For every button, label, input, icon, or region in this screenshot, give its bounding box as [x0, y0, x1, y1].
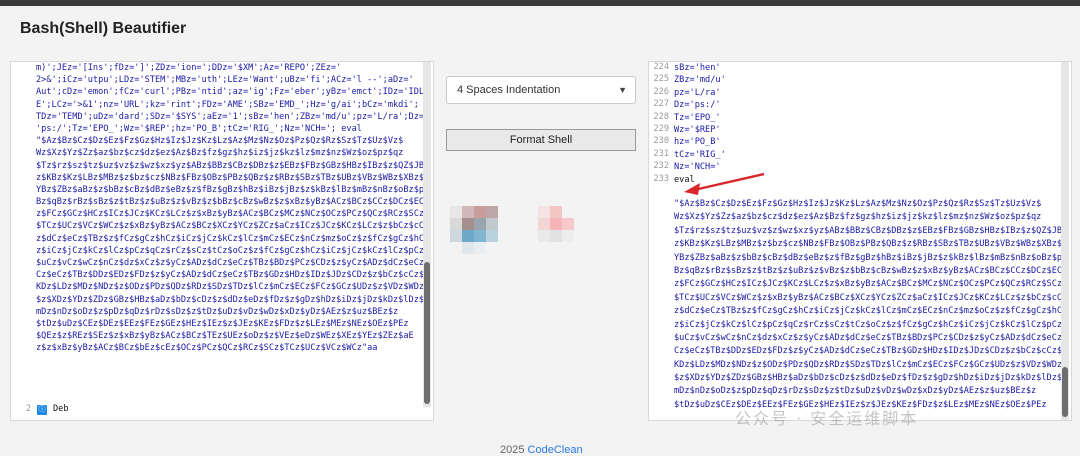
- code-line: z$dCz$eCz$TBz$z$fCz$gCz$hCz$iCz$jCz$kCz$…: [36, 233, 425, 244]
- line-2-text: Deb: [53, 404, 69, 414]
- code-line: z$KBz$Kz$LBz$MBz$z$bz$cz$NBz$FBz$OBz$PBz…: [36, 172, 425, 183]
- code-line: 'ps:/';Tz='EPO_';Wz='$REP';hz='PO_B';tCz…: [36, 123, 362, 134]
- right-scroll-thumb[interactable]: [1062, 367, 1068, 417]
- chevron-down-icon: ▼: [618, 85, 627, 95]
- line-number: 225: [653, 74, 669, 85]
- code-line: 2>&';iCz='utpu';LDz='STEM';MBz='uth';LEz…: [36, 75, 414, 86]
- code-line: TDz='TEMD';uDz='dard';SDz='$SYS';aEz='1'…: [36, 111, 425, 122]
- indentation-select[interactable]: 4 Spaces Indentation ▼: [446, 76, 636, 104]
- input-code[interactable]: m)';JEz='[Ins';fDz=']';ZDz='ion=';DDz='$…: [36, 62, 425, 355]
- footer-year: 2025: [500, 444, 525, 456]
- code-line: $TCz$UCz$VCz$WCz$z$xBz$yBz$ACz$BCz$XCz$Y…: [674, 292, 1063, 303]
- code-line: Wz$Xz$Yz$Zz$az$bz$cz$dz$ez$Az$Bz$fz$gz$h…: [674, 212, 1042, 223]
- code-line: m)';JEz='[Ins';fDz=']';ZDz='ion=';DDz='$…: [36, 63, 342, 73]
- code-line: z$KBz$Kz$LBz$MBz$z$bz$cz$NBz$FBz$OBz$PBz…: [674, 239, 1063, 250]
- code-line: Dz='ps:/': [674, 100, 721, 111]
- line-number: 228: [653, 111, 669, 122]
- code-line: z$FCz$GCz$HCz$ICz$JCz$KCz$LCz$z$xBz$yBz$…: [674, 279, 1063, 290]
- line-number: 224: [653, 62, 669, 72]
- code-line: Bz$qBz$rBz$sBz$z$tBz$z$uBz$z$vBz$z$bBz$c…: [674, 265, 1063, 276]
- red-arrow-annotation: [684, 172, 765, 195]
- code-line: Wz='$REP': [674, 125, 721, 135]
- code-line: YBz$ZBz$aBz$z$bBz$cBz$dBz$eBz$z$fBz$gBz$…: [674, 252, 1063, 263]
- code-line: Cz$eCz$TBz$DDz$EDz$FDz$z$yCz$ADz$dCz$eCz…: [36, 270, 425, 281]
- code-line: $Tz$rz$sz$tz$uz$vz$z$wz$xz$yz$ABz$BBz$CB…: [674, 225, 1063, 236]
- code-line: Tz='EPO_': [674, 112, 721, 123]
- line-number: 230: [653, 136, 669, 147]
- code-line: z$iCz$jCz$kCz$lCz$pCz$qCz$rCz$sCz$tCz$oC…: [674, 319, 1063, 330]
- line-number: 231: [653, 148, 669, 159]
- code-line: Cz$eCz$TBz$DDz$EDz$FDz$z$yCz$ADz$dCz$eCz…: [674, 346, 1063, 357]
- code-line: $TCz$UCz$VCz$WCz$z$xBz$yBz$ACz$BCz$XCz$Y…: [36, 221, 425, 232]
- code-line: z$z$xBz$yBz$ACz$BCz$bEz$cEz$OCz$PCz$QCz$…: [36, 343, 378, 354]
- code-line: $z$XDz$YDz$ZDz$GBz$HBz$aDz$bDz$cDz$z$dDz…: [674, 373, 1063, 384]
- code-line: $QEz$z$REz$SEz$z$xBz$yBz$ACz$BCz$TEz$UEz…: [36, 331, 414, 342]
- code-line: "$Az$Bz$Cz$Dz$Ez$Fz$Gz$Hz$Iz$Jz$Kz$Lz$Az…: [674, 199, 1042, 209]
- top-bar: [0, 0, 1080, 6]
- left-scrollbar[interactable]: [423, 62, 431, 407]
- code-line: sBz='hen': [674, 63, 721, 73]
- input-editor[interactable]: m)';JEz='[Ins';fDz=']';ZDz='ion=';DDz='$…: [10, 61, 434, 421]
- code-line: z$FCz$GCz$HCz$ICz$JCz$KCz$LCz$z$xBz$yBz$…: [36, 209, 425, 220]
- page-title: Bash(Shell) Beautifier: [20, 20, 187, 37]
- output-payload[interactable]: "$Az$Bz$Cz$Dz$Ez$Fz$Gz$Hz$Iz$Jz$Kz$Lz$Az…: [674, 198, 1062, 412]
- code-line: Aut';cDz='emon';fCz='curl';PBz='ntid';az…: [36, 87, 425, 98]
- editor-line-2: 2 ⓘ Deb: [11, 404, 431, 418]
- format-shell-button[interactable]: Format Shell: [446, 129, 636, 151]
- code-line: $tDz$uDz$CEz$DEz$EEz$FEz$GEz$HEz$IEz$z$J…: [36, 318, 409, 329]
- code-line: E';LCz='>&1';nz='URL';kz='rint';FDz='AME…: [36, 99, 419, 110]
- code-line: z$dCz$eCz$TBz$z$fCz$gCz$hCz$iCz$jCz$kCz$…: [674, 306, 1063, 317]
- code-line: z$iCz$jCz$kCz$lCz$pCz$qCz$rCz$sCz$tCz$oC…: [36, 245, 425, 256]
- code-line: $uCz$vCz$wCz$nCz$dz$xCz$z$yCz$ADz$dCz$eC…: [674, 332, 1063, 343]
- emoji-badge-icon: ⓘ: [37, 405, 47, 415]
- code-line: KDz$LDz$MDz$NDz$z$ODz$PDz$QDz$RDz$SDz$TD…: [674, 359, 1063, 370]
- line-number: 226: [653, 86, 669, 97]
- code-line: ZBz='md/u': [674, 75, 726, 86]
- line-number: 2: [25, 404, 31, 414]
- footer: 2025 CodeClean: [500, 444, 583, 456]
- line-number: 232: [653, 161, 669, 172]
- code-line: $Tz$rz$sz$tz$uz$vz$z$wz$xz$yz$ABz$BBz$CB…: [36, 160, 425, 171]
- output-editor[interactable]: 224 sBz='hen' 225 ZBz='md/u' 226 pz='L/ra' 227…: [648, 61, 1072, 421]
- right-scrollbar[interactable]: [1061, 62, 1069, 420]
- code-line: "$Az$Bz$Cz$Dz$Ez$Fz$Gz$Hz$Iz$Jz$Kz$Lz$Az…: [36, 136, 404, 147]
- line-number: 233: [653, 173, 669, 184]
- code-line: pz='L/ra': [674, 87, 721, 98]
- line-number: 229: [653, 124, 669, 134]
- left-scroll-thumb[interactable]: [424, 262, 430, 404]
- indentation-value: 4 Spaces Indentation: [457, 84, 561, 96]
- code-line: tCz='RIG_': [674, 149, 726, 160]
- code-line: mDz$nDz$oDz$z$pDz$qDz$rDz$sDz$z$tDz$uDz$…: [674, 386, 1037, 397]
- code-line: mDz$nDz$oDz$z$pDz$qDz$rDz$sDz$z$tDz$uDz$…: [36, 306, 399, 317]
- code-line: hz='PO_B': [674, 137, 721, 148]
- code-line: $z$XDz$YDz$ZDz$GBz$HBz$aDz$bDz$cDz$z$dDz…: [36, 294, 425, 305]
- code-line: Wz$Xz$Yz$Zz$az$bz$cz$dz$ez$Az$Bz$fz$gz$h…: [36, 148, 404, 159]
- code-line: YBz$ZBz$aBz$z$bBz$cBz$dBz$eBz$z$fBz$gBz$…: [36, 184, 425, 195]
- line-number: 227: [653, 99, 669, 110]
- code-line: $uCz$vCz$wCz$nCz$dz$xCz$z$yCz$ADz$dCz$eC…: [36, 258, 425, 268]
- footer-brand-link[interactable]: CodeClean: [528, 444, 583, 456]
- code-line: Bz$qBz$rBz$sBz$z$tBz$z$uBz$z$vBz$z$bBz$c…: [36, 197, 425, 208]
- watermark-text: 公众号 · 安全运维脚本: [735, 409, 919, 428]
- code-line: KDz$LDz$MDz$NDz$z$ODz$PDz$QDz$RDz$SDz$TD…: [36, 282, 425, 293]
